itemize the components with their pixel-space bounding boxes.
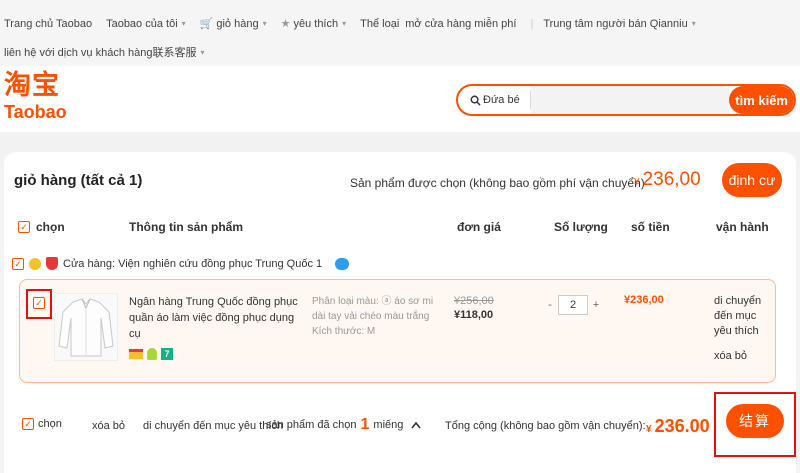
- qty-decrease-button[interactable]: -: [542, 295, 558, 315]
- item-checkbox[interactable]: ✓: [33, 297, 45, 309]
- col-select-label: chọn: [36, 220, 65, 234]
- footer-selected-count[interactable]: sản phẩm đã chọn 1 miếng: [266, 416, 422, 434]
- col-unit-price: đơn giá: [457, 220, 501, 234]
- original-price: ¥256,00: [454, 295, 494, 307]
- product-title[interactable]: Ngân hàng Trung Quốc đồng phục quần áo l…: [129, 294, 304, 342]
- footer-select-all-checkbox[interactable]: ✓: [22, 418, 34, 430]
- top-navigation: Trang chủ Taobao Taobao của tôi ▾ 🛒 giỏ hà…: [0, 0, 800, 66]
- selected-summary-label: Sản phẩm được chọn (không bao gồm phí vậ…: [350, 176, 645, 190]
- selected-prefix: sản phẩm đã chọn: [266, 419, 357, 431]
- nav-separator: |: [530, 17, 534, 30]
- top-nav-row-1: Trang chủ Taobao Taobao của tôi ▾ 🛒 giỏ hà…: [4, 17, 710, 31]
- selected-count-value: 1: [360, 416, 370, 433]
- chevron-down-icon: ▾: [691, 19, 696, 28]
- footer-currency: ¥: [646, 424, 652, 435]
- col-amount: số tiền: [631, 220, 670, 234]
- gold-seller-icon: [29, 257, 41, 270]
- nav-favorites[interactable]: ★ yêu thích ▾: [280, 17, 347, 31]
- nav-my-taobao-label: Taobao của tôi: [106, 17, 178, 30]
- credit-card-icon: [129, 349, 143, 359]
- delete-item-link[interactable]: xóa bỏ: [714, 349, 772, 364]
- col-product-info: Thông tin sản phẩm: [129, 220, 243, 234]
- item-subtotal: ¥236,00: [624, 294, 664, 306]
- top-nav-row-2: liên hệ với dịch vụ khách hàng联系客服 ▾: [4, 44, 219, 60]
- search-bar: Đứa bé tìm kiếm: [456, 84, 796, 116]
- spec-size: Kích thước: M: [312, 326, 376, 337]
- qty-input[interactable]: 2: [558, 295, 588, 315]
- nav-category[interactable]: Thể loại: [360, 18, 399, 30]
- spec-color: Phân loại màu: ⓐ áo sơ mi dài tay vải ch…: [312, 296, 434, 322]
- quantity-stepper: - 2 +: [542, 295, 604, 315]
- nav-cart-label: giỏ hàng: [216, 17, 259, 30]
- select-all-header[interactable]: ✓ chọn: [18, 220, 65, 234]
- chevron-down-icon: ▾: [181, 19, 186, 28]
- nav-qianniu[interactable]: Trung tâm người bán Qianniu ▾: [543, 18, 695, 30]
- nav-favorites-label: yêu thích: [293, 17, 339, 30]
- chat-icon[interactable]: [335, 257, 350, 270]
- shield-icon: [46, 257, 58, 270]
- nav-customer-service[interactable]: liên hệ với dịch vụ khách hàng联系客服 ▾: [4, 44, 205, 60]
- move-to-favorites-link[interactable]: di chuyển đến mục yêu thích: [714, 294, 772, 339]
- seven-day-return-icon: 7: [161, 348, 173, 360]
- search-input[interactable]: [530, 86, 730, 114]
- star-icon: ★: [280, 18, 291, 30]
- chevron-down-icon: ▾: [200, 47, 205, 57]
- item-operations: di chuyển đến mục yêu thích xóa bỏ: [714, 294, 772, 364]
- search-scope-label: Đứa bé: [483, 94, 520, 106]
- select-all-checkbox[interactable]: ✓: [18, 221, 30, 233]
- taobao-logo[interactable]: 淘宝: [4, 72, 60, 99]
- bulb-icon: [147, 348, 157, 360]
- shirt-icon: [58, 298, 114, 357]
- selected-total-value: 236,00: [642, 169, 701, 190]
- nav-open-store[interactable]: mở cửa hàng miễn phí: [405, 18, 516, 30]
- cart-title: giỏ hàng (tất cả 1): [14, 172, 143, 189]
- search-scope[interactable]: Đứa bé: [458, 94, 520, 106]
- nav-taobao-home[interactable]: Trang chủ Taobao: [4, 18, 92, 30]
- nav-qianniu-label: Trung tâm người bán Qianniu: [543, 17, 688, 30]
- qty-increase-button[interactable]: +: [588, 295, 604, 315]
- footer-total-label: Tổng cộng (không bao gồm vận chuyển):: [445, 420, 646, 432]
- nav-cart[interactable]: 🛒 giỏ hàng ▾: [199, 17, 267, 31]
- nav-my-taobao[interactable]: Taobao của tôi ▾: [106, 18, 186, 30]
- store-checkbox[interactable]: ✓: [12, 257, 24, 270]
- footer-delete-link[interactable]: xóa bỏ: [92, 420, 125, 432]
- footer-select-label: chọn: [38, 418, 62, 430]
- selected-total: ¥236,00: [634, 169, 701, 191]
- footer-select-all[interactable]: ✓ chọn: [22, 418, 62, 430]
- selected-suffix: miếng: [373, 419, 404, 431]
- nav-customer-service-label: liên hệ với dịch vụ khách hàng联系客服: [4, 47, 197, 59]
- current-price: ¥118,00: [454, 309, 494, 321]
- chevron-down-icon: ▾: [342, 19, 347, 28]
- taobao-logo-text[interactable]: Taobao: [4, 103, 67, 121]
- site-header: 淘宝 Taobao Đứa bé tìm kiếm: [0, 66, 800, 132]
- checkout-button[interactable]: 结算: [726, 404, 784, 438]
- footer-total: ¥236.00: [646, 416, 710, 437]
- col-operations: vận hành: [716, 220, 769, 234]
- product-service-icons: 7: [129, 348, 177, 360]
- checkout-button-top[interactable]: định cư: [722, 163, 782, 197]
- store-row: ✓ Cửa hàng: Viện nghiên cứu đồng phục Tr…: [12, 257, 354, 270]
- col-quantity: Số lượng: [554, 220, 608, 234]
- currency-symbol: ¥: [634, 177, 640, 188]
- cart-icon: 🛒: [199, 18, 214, 30]
- footer-move-favorites-link[interactable]: di chuyển đến mục yêu thích: [143, 420, 283, 432]
- cart-panel: giỏ hàng (tất cả 1) Sản phẩm được chọn (…: [4, 152, 796, 473]
- product-spec[interactable]: Phân loại màu: ⓐ áo sơ mi dài tay vải ch…: [312, 294, 442, 339]
- search-button[interactable]: tìm kiếm: [729, 86, 794, 114]
- chevron-down-icon: ▾: [262, 19, 267, 28]
- search-icon: [470, 95, 481, 106]
- footer-total-value: 236.00: [654, 416, 710, 436]
- chevron-up-icon: [411, 421, 422, 429]
- product-image[interactable]: [54, 293, 118, 361]
- cart-item: ✓ Ngân hàng Trung Quốc đồng phục quần áo…: [19, 279, 776, 383]
- store-name-link[interactable]: Cửa hàng: Viện nghiên cứu đồng phục Trun…: [63, 258, 322, 270]
